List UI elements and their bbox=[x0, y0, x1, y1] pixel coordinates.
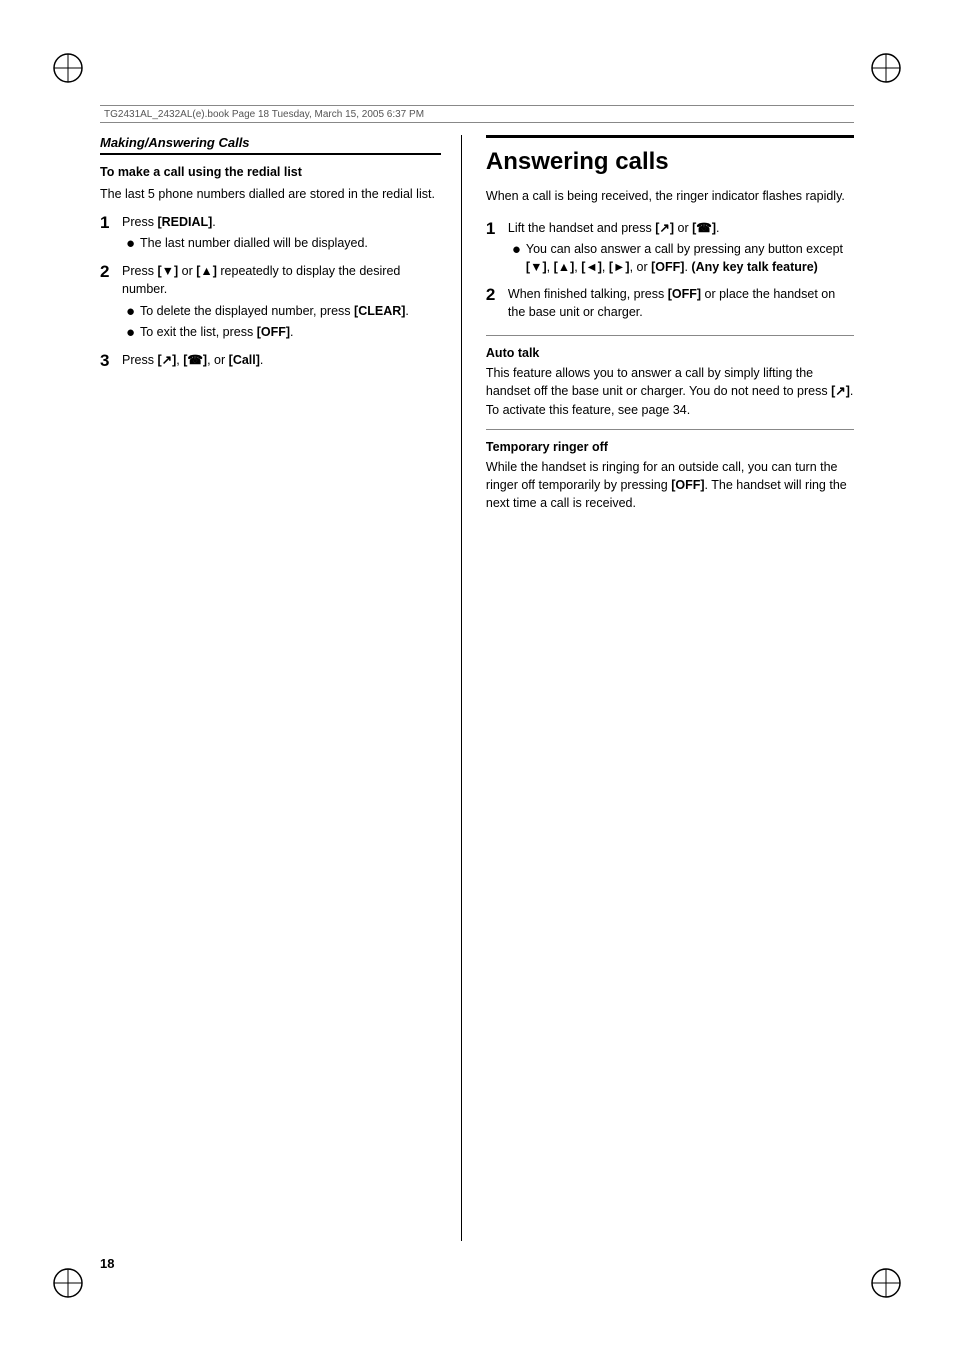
bullet-dot-2-1: ● bbox=[126, 303, 140, 321]
left-intro: The last 5 phone numbers dialled are sto… bbox=[100, 185, 441, 203]
divider-2 bbox=[486, 429, 854, 430]
bullet-dot-1-1: ● bbox=[126, 235, 140, 253]
step-2-number: 2 bbox=[100, 262, 122, 282]
step-3-main: Press [↗], [☎], or [Call]. bbox=[122, 351, 441, 369]
temp-ringer-heading: Temporary ringer off bbox=[486, 440, 854, 454]
step-2-bullet-2-text: To exit the list, press [OFF]. bbox=[140, 324, 441, 342]
step-1-number: 1 bbox=[100, 213, 122, 233]
step-2-bullets: ● To delete the displayed number, press … bbox=[126, 303, 441, 342]
step-3-content: Press [↗], [☎], or [Call]. bbox=[122, 351, 441, 373]
right-step-2-number: 2 bbox=[486, 285, 508, 305]
step-2-bullet-2: ● To exit the list, press [OFF]. bbox=[126, 324, 441, 342]
right-column: Answering calls When a call is being rec… bbox=[462, 135, 854, 1241]
content-area: Making/Answering Calls To make a call us… bbox=[100, 135, 854, 1241]
step-2-bullet-1: ● To delete the displayed number, press … bbox=[126, 303, 441, 321]
page: TG2431AL_2432AL(e).book Page 18 Tuesday,… bbox=[0, 0, 954, 1351]
step-3-number: 3 bbox=[100, 351, 122, 371]
temp-ringer-body: While the handset is ringing for an outs… bbox=[486, 458, 854, 512]
divider-1 bbox=[486, 335, 854, 336]
header-bar-text: TG2431AL_2432AL(e).book Page 18 Tuesday,… bbox=[100, 107, 428, 122]
right-step-1-main: Lift the handset and press [↗] or [☎]. bbox=[508, 219, 854, 237]
header-bar: TG2431AL_2432AL(e).book Page 18 Tuesday,… bbox=[100, 105, 854, 123]
step-2-content: Press [▼] or [▲] repeatedly to display t… bbox=[122, 262, 441, 344]
right-step-2-content: When finished talking, press [OFF] or pl… bbox=[508, 285, 854, 325]
corner-mark-tr bbox=[868, 50, 904, 86]
corner-mark-bl bbox=[50, 1265, 86, 1301]
right-step-1-bullet-1-text: You can also answer a call by pressing a… bbox=[526, 241, 854, 276]
step-1-bullets: ● The last number dialled will be displa… bbox=[126, 235, 441, 253]
auto-talk-body: This feature allows you to answer a call… bbox=[486, 364, 854, 418]
step-1-main: Press [REDIAL]. bbox=[122, 213, 441, 231]
step-2-bullet-1-text: To delete the displayed number, press [C… bbox=[140, 303, 441, 321]
right-step-1: 1 Lift the handset and press [↗] or [☎].… bbox=[486, 219, 854, 279]
auto-talk-heading: Auto talk bbox=[486, 346, 854, 360]
corner-mark-tl bbox=[50, 50, 86, 86]
bullet-dot-r1-1: ● bbox=[512, 241, 526, 259]
right-step-1-content: Lift the handset and press [↗] or [☎]. ●… bbox=[508, 219, 854, 279]
step-1-bullet-1-text: The last number dialled will be displaye… bbox=[140, 235, 441, 253]
step-1: 1 Press [REDIAL]. ● The last number dial… bbox=[100, 213, 441, 256]
corner-mark-br bbox=[868, 1265, 904, 1301]
right-step-1-bullet-1: ● You can also answer a call by pressing… bbox=[512, 241, 854, 276]
right-step-1-bullets: ● You can also answer a call by pressing… bbox=[512, 241, 854, 276]
right-intro: When a call is being received, the ringe… bbox=[486, 187, 854, 205]
step-1-content: Press [REDIAL]. ● The last number dialle… bbox=[122, 213, 441, 256]
right-title: Answering calls bbox=[486, 135, 854, 177]
left-column: Making/Answering Calls To make a call us… bbox=[100, 135, 462, 1241]
step-2: 2 Press [▼] or [▲] repeatedly to display… bbox=[100, 262, 441, 344]
right-step-1-number: 1 bbox=[486, 219, 508, 239]
step-1-bullet-1: ● The last number dialled will be displa… bbox=[126, 235, 441, 253]
right-step-2: 2 When finished talking, press [OFF] or … bbox=[486, 285, 854, 325]
section-heading: Making/Answering Calls bbox=[100, 135, 441, 155]
step-2-main: Press [▼] or [▲] repeatedly to display t… bbox=[122, 262, 441, 298]
step-3: 3 Press [↗], [☎], or [Call]. bbox=[100, 351, 441, 373]
right-step-2-main: When finished talking, press [OFF] or pl… bbox=[508, 285, 854, 321]
bullet-dot-2-2: ● bbox=[126, 324, 140, 342]
page-number: 18 bbox=[100, 1256, 114, 1271]
left-sub-heading: To make a call using the redial list bbox=[100, 165, 441, 179]
